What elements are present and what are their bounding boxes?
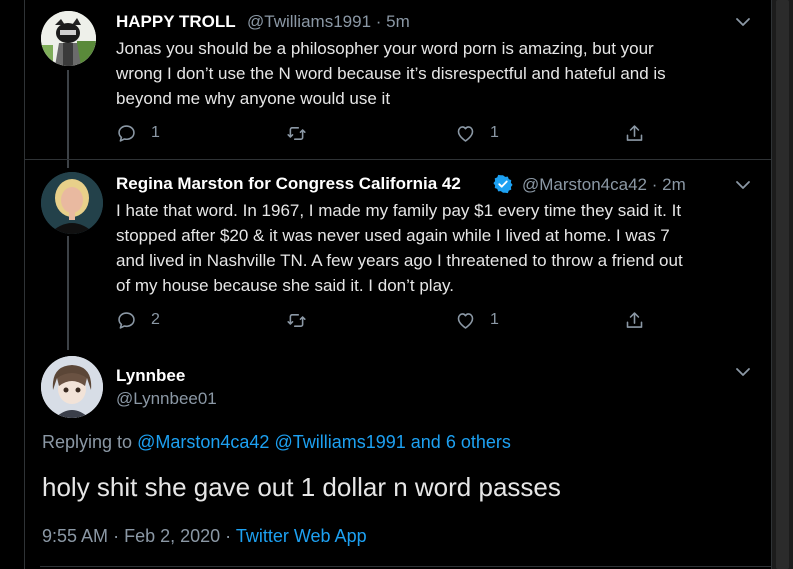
handle-and-time[interactable]: @Marston4ca42 · 2m [522, 175, 686, 195]
chevron-down-icon[interactable] [735, 177, 751, 193]
others-link[interactable]: and 6 others [411, 432, 511, 452]
tweet-thread: HAPPY TROLL @Twilliams1991 · 5m Jonas yo… [0, 0, 772, 569]
display-name[interactable]: Regina Marston for Congress California 4… [116, 174, 461, 194]
share-button[interactable] [624, 122, 645, 144]
dot-separator: · [225, 526, 232, 546]
like-count: 1 [490, 311, 499, 328]
tweet-text: I hate that word. In 1967, I made my fam… [116, 201, 683, 295]
like-count: 1 [490, 124, 499, 141]
column-border-left [24, 0, 25, 569]
reply-button[interactable]: 1 [116, 122, 160, 144]
share-icon [626, 311, 643, 328]
like-icon [457, 125, 474, 142]
divider [40, 566, 771, 567]
regina-avatar-image [41, 172, 103, 234]
mention-link[interactable]: @Twilliams1991 [274, 432, 405, 452]
avatar[interactable] [41, 172, 103, 234]
tweet-text: holy shit she gave out 1 dollar n word p… [42, 472, 561, 502]
display-name[interactable]: Lynnbee [116, 366, 185, 386]
reply-count: 1 [151, 124, 160, 141]
reply-count: 2 [151, 311, 160, 328]
handle-and-time[interactable]: @Twilliams1991 · 5m [247, 12, 410, 32]
chevron-down-icon[interactable] [735, 14, 751, 30]
reply-button[interactable]: 2 [116, 309, 160, 331]
tweet-text: Jonas you should be a philosopher your w… [116, 39, 666, 108]
chevron-down-icon[interactable] [735, 364, 751, 380]
lynnbee-avatar-image [41, 356, 103, 418]
tweet-meta: 9:55 AM · Feb 2, 2020 · Twitter Web App [42, 526, 367, 547]
thread-connector [67, 236, 69, 350]
replying-to: Replying to @Marston4ca42 @Twilliams1991… [42, 432, 511, 453]
dot-separator: · [651, 175, 658, 194]
timestamp[interactable]: 5m [386, 12, 410, 31]
mention-link[interactable]: @Marston4ca42 [137, 432, 269, 452]
display-name[interactable]: HAPPY TROLL [116, 12, 236, 32]
thread-connector [67, 70, 69, 168]
dot-separator: · [375, 12, 382, 31]
scrollbar[interactable] [772, 0, 793, 569]
source-link[interactable]: Twitter Web App [236, 526, 367, 546]
scrollbar-thumb[interactable] [776, 0, 789, 569]
retweet-button[interactable] [286, 122, 307, 144]
avatar[interactable] [41, 11, 96, 66]
like-button[interactable]: 1 [455, 309, 499, 331]
like-icon [457, 312, 474, 329]
handle[interactable]: @Marston4ca42 [522, 175, 647, 194]
retweet-icon [287, 313, 306, 327]
handle[interactable]: @Twilliams1991 [247, 12, 371, 31]
replying-to-prefix: Replying to [42, 432, 133, 452]
like-button[interactable]: 1 [455, 122, 499, 144]
tweet-date[interactable]: Feb 2, 2020 [124, 526, 220, 546]
verified-badge-icon [493, 174, 513, 194]
reply-icon [118, 311, 135, 329]
tweet-time[interactable]: 9:55 AM [42, 526, 108, 546]
retweet-button[interactable] [286, 309, 307, 331]
dot-separator: · [113, 526, 120, 546]
share-icon [626, 124, 643, 141]
handle[interactable]: @Lynnbee01 [116, 389, 217, 409]
avatar[interactable] [41, 356, 103, 418]
timestamp[interactable]: 2m [662, 175, 686, 194]
share-button[interactable] [624, 309, 645, 331]
retweet-icon [287, 126, 306, 140]
troll-avatar-image [41, 11, 96, 66]
divider [25, 159, 771, 160]
reply-icon [118, 124, 135, 142]
